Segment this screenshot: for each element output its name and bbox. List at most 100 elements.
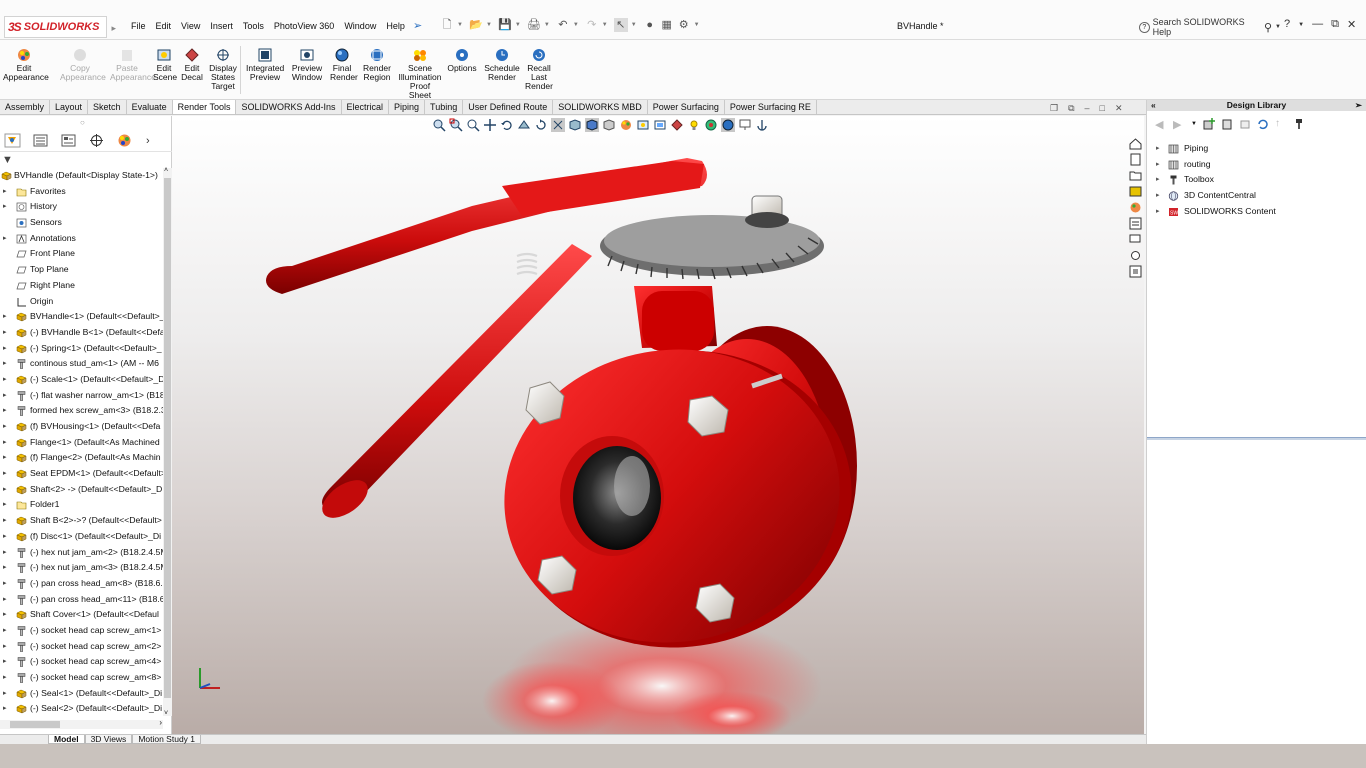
tree-root[interactable]: BVHandle (Default<Display State-1>) xyxy=(0,168,163,184)
library-item[interactable]: ▸ routing xyxy=(1147,157,1366,173)
ribbon-button-8[interactable]: Final Render xyxy=(330,48,358,82)
tab-0[interactable]: Assembly xyxy=(0,100,51,114)
print-icon[interactable]: 🖨 xyxy=(527,18,541,32)
tree-item[interactable]: ▸ formed hex screw_am<3> (B18.2.3 xyxy=(0,403,163,419)
expand-arrow-icon[interactable]: ▸ xyxy=(3,325,7,341)
custom-properties-icon[interactable] xyxy=(1128,216,1143,231)
tab-3d-views[interactable]: 3D Views xyxy=(84,735,133,744)
expand-arrow-icon[interactable]: ▸ xyxy=(3,419,7,435)
tree-item[interactable]: ▸ (f) Disc<1> (Default<<Default>_Di xyxy=(0,529,163,545)
menu-photoview[interactable]: PhotoView 360 xyxy=(269,21,339,31)
restore-icon[interactable]: ⧉ xyxy=(1331,18,1339,32)
tree-item[interactable]: ▸ (-) socket head cap screw_am<2> xyxy=(0,639,163,655)
expand-arrow-icon[interactable]: ▸ xyxy=(1156,157,1160,173)
butterfly-valve-model[interactable] xyxy=(172,116,1144,734)
menu-view[interactable]: View xyxy=(176,21,205,31)
scroll-right-icon[interactable]: › xyxy=(159,718,162,727)
tree-item[interactable]: ▸ (-) socket head cap screw_am<8> xyxy=(0,670,163,686)
tab-model[interactable]: Model xyxy=(48,735,85,744)
tree-item[interactable]: ▸ (-) hex nut jam_am<3> (B18.2.4.5M xyxy=(0,560,163,576)
ribbon-button-9[interactable]: Render Region xyxy=(362,48,392,82)
scroll-down-icon[interactable]: ˅ xyxy=(164,710,168,717)
tree-item[interactable]: ▸ (-) socket head cap screw_am<1> xyxy=(0,623,163,639)
tab-8[interactable]: Tubing xyxy=(425,100,464,114)
tree-vertical-scrollbar[interactable]: ˄ ˅ xyxy=(163,167,172,717)
expand-arrow-icon[interactable]: ▸ xyxy=(1156,188,1160,204)
tree-item[interactable]: ▸ Favorites xyxy=(0,184,163,200)
expand-arrow-icon[interactable]: ▸ xyxy=(3,623,7,639)
tree-item[interactable]: ▸ Annotations xyxy=(0,231,163,247)
tab-1[interactable]: Layout xyxy=(50,100,89,114)
file-properties-icon[interactable]: ▦ xyxy=(660,18,674,32)
graphics-area[interactable]: ❐ ⧉ – □ ✕ xyxy=(172,103,1144,734)
expand-arrow-icon[interactable]: ▸ xyxy=(3,356,7,372)
create-folder-icon[interactable] xyxy=(1239,118,1251,130)
ribbon-button-5[interactable]: Display States Target xyxy=(208,48,238,91)
expand-arrow-icon[interactable]: ▸ xyxy=(3,450,7,466)
tab-12[interactable]: Power Surfacing RE xyxy=(724,100,817,114)
tree-item[interactable]: ▸ (-) pan cross head_am<11> (B18.6 xyxy=(0,592,163,608)
tree-item[interactable]: ▸ (-) socket head cap screw_am<4> xyxy=(0,654,163,670)
ribbon-button-2[interactable]: Paste Appearance xyxy=(110,48,156,82)
library-item[interactable]: ▸ SW SOLIDWORKS Content xyxy=(1147,204,1366,220)
tree-item[interactable]: ▸ Shaft Cover<1> (Default<<Defaul xyxy=(0,607,163,623)
tree-horizontal-scrollbar[interactable]: › xyxy=(0,718,163,729)
pane-splitter[interactable] xyxy=(1147,437,1366,440)
menu-window[interactable]: Window xyxy=(339,21,381,31)
expand-arrow-icon[interactable]: ▸ xyxy=(3,686,7,702)
tree-item[interactable]: ▸ (-) flat washer narrow_am<1> (B18 xyxy=(0,388,163,404)
tree-item[interactable]: ▸ (f) BVHousing<1> (Default<<Defa xyxy=(0,419,163,435)
filter-icon[interactable]: ▼ xyxy=(2,154,13,166)
forum-icon[interactable] xyxy=(1128,232,1143,247)
panel-grip-icon[interactable]: ○ xyxy=(80,118,85,127)
folder-icon[interactable] xyxy=(1128,168,1143,183)
add-to-library-icon[interactable] xyxy=(1203,118,1215,130)
pin-icon[interactable]: ➢ xyxy=(413,19,422,32)
home-icon[interactable] xyxy=(1128,136,1143,151)
display-manager-icon[interactable] xyxy=(116,133,133,148)
expand-arrow-icon[interactable]: ▸ xyxy=(3,497,7,513)
tree-item[interactable]: Top Plane xyxy=(0,262,163,278)
tab-5[interactable]: SOLIDWORKS Add-Ins xyxy=(236,100,342,114)
open-folder-icon[interactable]: 📂 xyxy=(469,18,483,32)
tree-item[interactable]: ▸ (-) hex nut jam_am<2> (B18.2.4.5M xyxy=(0,545,163,561)
tree-item[interactable]: ▸ Shaft<2> -> (Default<<Default>_D xyxy=(0,482,163,498)
redo-icon[interactable]: ↷ xyxy=(585,18,599,32)
tab-10[interactable]: SOLIDWORKS MBD xyxy=(553,100,648,114)
expand-arrow-icon[interactable]: ▸ xyxy=(3,199,7,215)
help-search[interactable]: ? Search SOLIDWORKS Help ⚲ ▼ xyxy=(1139,17,1281,37)
expand-arrow-icon[interactable]: ▸ xyxy=(1156,172,1160,188)
ribbon-button-11[interactable]: Options xyxy=(447,48,477,73)
feature-manager-icon[interactable] xyxy=(4,133,21,148)
chevron-right-icon[interactable]: › xyxy=(146,135,150,147)
expand-arrow-icon[interactable]: ▸ xyxy=(3,545,7,561)
expand-arrow-icon[interactable]: ▸ xyxy=(3,466,7,482)
back-icon[interactable]: ◀ xyxy=(1155,118,1167,131)
tree-item[interactable]: Right Plane xyxy=(0,278,163,294)
expand-arrow-icon[interactable]: ▸ xyxy=(3,403,7,419)
expand-arrow-icon[interactable]: ▸ xyxy=(3,482,7,498)
search-icon[interactable]: ⚲ xyxy=(1264,21,1272,34)
dimxpert-icon[interactable] xyxy=(88,133,105,148)
library-item[interactable]: ▸ Toolbox xyxy=(1147,172,1366,188)
tree-item[interactable]: Origin xyxy=(0,294,163,310)
tree-item[interactable]: ▸ (f) Flange<2> (Default<As Machin xyxy=(0,450,163,466)
scroll-thumb[interactable] xyxy=(10,721,60,728)
menu-tools[interactable]: Tools xyxy=(238,21,269,31)
library-icon[interactable] xyxy=(1128,184,1143,199)
tab-11[interactable]: Power Surfacing xyxy=(647,100,725,114)
tab-4[interactable]: Render Tools xyxy=(172,100,237,114)
help-search-input[interactable]: Search SOLIDWORKS Help xyxy=(1153,17,1261,37)
expand-arrow-icon[interactable]: ▸ xyxy=(3,372,7,388)
collapse-icon[interactable]: « xyxy=(1151,100,1156,111)
expand-arrow-icon[interactable]: ▸ xyxy=(3,592,7,608)
new-document-icon[interactable]: 🗋 xyxy=(440,18,454,32)
expand-arrow-icon[interactable]: ▸ xyxy=(3,231,7,247)
tree-item[interactable]: ▸ (-) Seal<1> (Default<<Default>_Di xyxy=(0,686,163,702)
tree-item[interactable]: ▸ continous stud_am<1> (AM -- M6 xyxy=(0,356,163,372)
library-item[interactable]: ▸ Piping xyxy=(1147,141,1366,157)
tab-7[interactable]: Piping xyxy=(389,100,426,114)
ribbon-button-6[interactable]: Integrated Preview xyxy=(246,48,284,82)
tree-item[interactable]: Sensors xyxy=(0,215,163,231)
expand-arrow-icon[interactable]: ▸ xyxy=(3,560,7,576)
